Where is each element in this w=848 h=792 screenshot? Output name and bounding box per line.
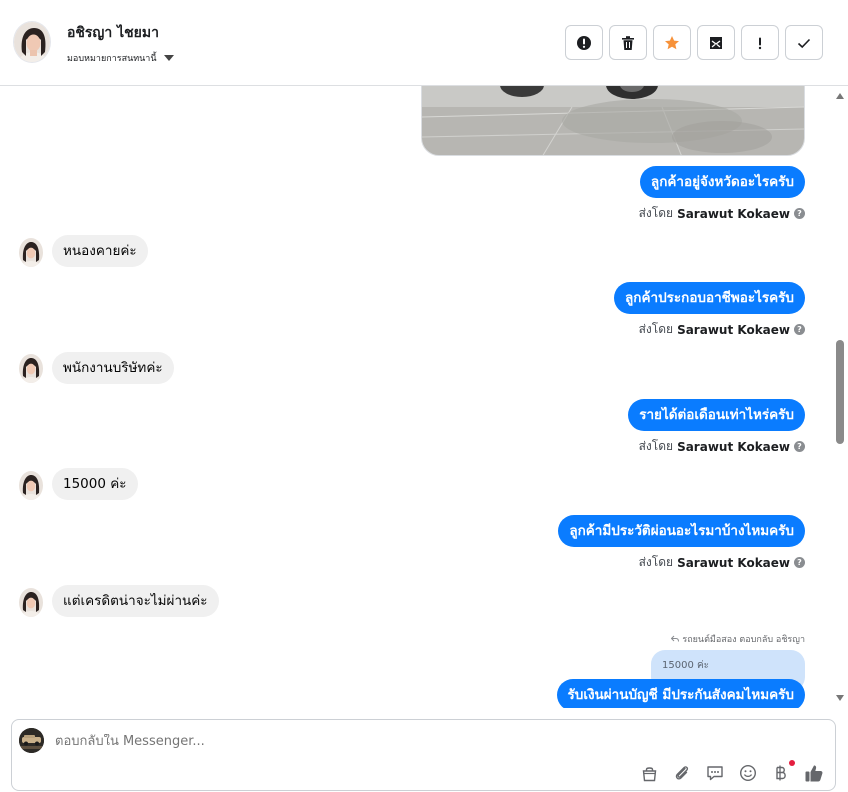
caret-down-icon — [163, 55, 174, 61]
delete-button[interactable] — [609, 25, 647, 60]
paperclip-icon[interactable] — [671, 762, 693, 784]
message-composer — [11, 719, 836, 791]
mark-unread-icon — [710, 36, 722, 49]
shopping-bag-icon[interactable] — [638, 762, 660, 784]
sent-by-prefix: ส่งโดย — [638, 555, 674, 569]
trash-icon — [622, 35, 634, 50]
reply-arrow-icon — [671, 635, 680, 642]
help-icon[interactable]: ? — [794, 208, 805, 219]
reply-input[interactable] — [55, 734, 455, 749]
sent-by-prefix: ส่งโดย — [638, 439, 674, 453]
important-button[interactable] — [741, 25, 779, 60]
contact-name: อชิรญา ไชยมา — [67, 25, 159, 41]
sent-by-label: ส่งโดย Sarawut Kokaew ? — [639, 437, 805, 456]
sent-by-prefix: ส่งโดย — [638, 322, 674, 336]
check-icon — [797, 38, 811, 48]
sent-by-label: ส่งโดย Sarawut Kokaew ? — [639, 320, 805, 339]
help-icon[interactable]: ? — [794, 441, 805, 452]
outgoing-message[interactable]: รายได้ต่อเดือนเท่าไหร่ครับ — [628, 399, 805, 431]
help-icon[interactable]: ? — [794, 324, 805, 335]
sent-by-agent: Sarawut Kokaew — [677, 439, 790, 454]
assign-label: มอบหมายการสนทนานี้ — [67, 54, 157, 64]
alert-circle-icon — [577, 35, 591, 50]
sent-by-label: ส่งโดย Sarawut Kokaew ? — [639, 553, 805, 572]
contact-avatar[interactable] — [13, 21, 51, 63]
thread-scrollbar[interactable] — [832, 86, 848, 708]
mark-unread-button[interactable] — [697, 25, 735, 60]
follow-up-button[interactable] — [653, 25, 691, 60]
sent-by-agent: Sarawut Kokaew — [677, 555, 790, 570]
sent-by-agent: Sarawut Kokaew — [677, 322, 790, 337]
emoji-icon[interactable] — [737, 762, 759, 784]
help-icon[interactable]: ? — [794, 557, 805, 568]
contact-mini-avatar — [19, 238, 43, 267]
message-thread: ลูกค้าอยู่จังหวัดอะไรครับ ส่งโดย Sarawut… — [0, 86, 832, 708]
composer-actions — [638, 760, 825, 784]
incoming-message[interactable]: หนองคายค่ะ — [52, 235, 148, 267]
outgoing-message[interactable]: ลูกค้าประกอบอาชีพอะไรครับ — [614, 282, 805, 314]
image-attachment[interactable] — [421, 86, 805, 156]
conversation-header: อชิรญา ไชยมา มอบหมายการสนทนานี้ — [0, 0, 848, 86]
reply-context-label: รถยนต์มือสอง ตอบกลับ อชิรญา — [671, 632, 805, 646]
sent-by-label: ส่งโดย Sarawut Kokaew ? — [639, 204, 805, 223]
scroll-down-arrow-icon[interactable] — [836, 695, 844, 701]
saved-reply-icon[interactable] — [704, 762, 726, 784]
reply-note-text: รถยนต์มือสอง ตอบกลับ อชิรญา — [682, 635, 805, 645]
incoming-message[interactable]: แต่เครดิตน่าจะไม่ผ่านค่ะ — [52, 585, 219, 617]
scroll-up-arrow-icon[interactable] — [836, 93, 844, 99]
assign-conversation-dropdown[interactable]: มอบหมายการสนทนานี้ — [67, 51, 174, 65]
contact-mini-avatar — [19, 588, 43, 617]
contact-mini-avatar — [19, 354, 43, 383]
exclamation-icon — [758, 37, 762, 49]
spam-button[interactable] — [565, 25, 603, 60]
outgoing-message[interactable]: ลูกค้ามีประวัติผ่อนอะไรมาบ้างไหมครับ — [558, 515, 805, 547]
mark-done-button[interactable] — [785, 25, 823, 60]
sent-by-agent: Sarawut Kokaew — [677, 206, 790, 221]
thumbs-up-icon[interactable] — [803, 762, 825, 784]
star-icon — [665, 35, 679, 49]
outgoing-message[interactable]: ลูกค้าอยู่จังหวัดอะไรครับ — [639, 166, 805, 198]
contact-mini-avatar — [19, 471, 43, 500]
incoming-message[interactable]: พนักงานบริษัทค่ะ — [52, 352, 174, 384]
scrollbar-thumb[interactable] — [836, 340, 844, 444]
conversation-toolbar — [565, 25, 823, 60]
notification-dot — [789, 760, 795, 766]
baht-payment-icon[interactable] — [770, 760, 795, 784]
sent-by-prefix: ส่งโดย — [638, 206, 674, 220]
incoming-message[interactable]: 15000 ค่ะ — [52, 468, 138, 500]
page-avatar — [19, 728, 44, 753]
outgoing-reply-message[interactable]: รับเงินผ่านบัญชี มีประกันสังคมไหมครับ — [556, 679, 805, 708]
